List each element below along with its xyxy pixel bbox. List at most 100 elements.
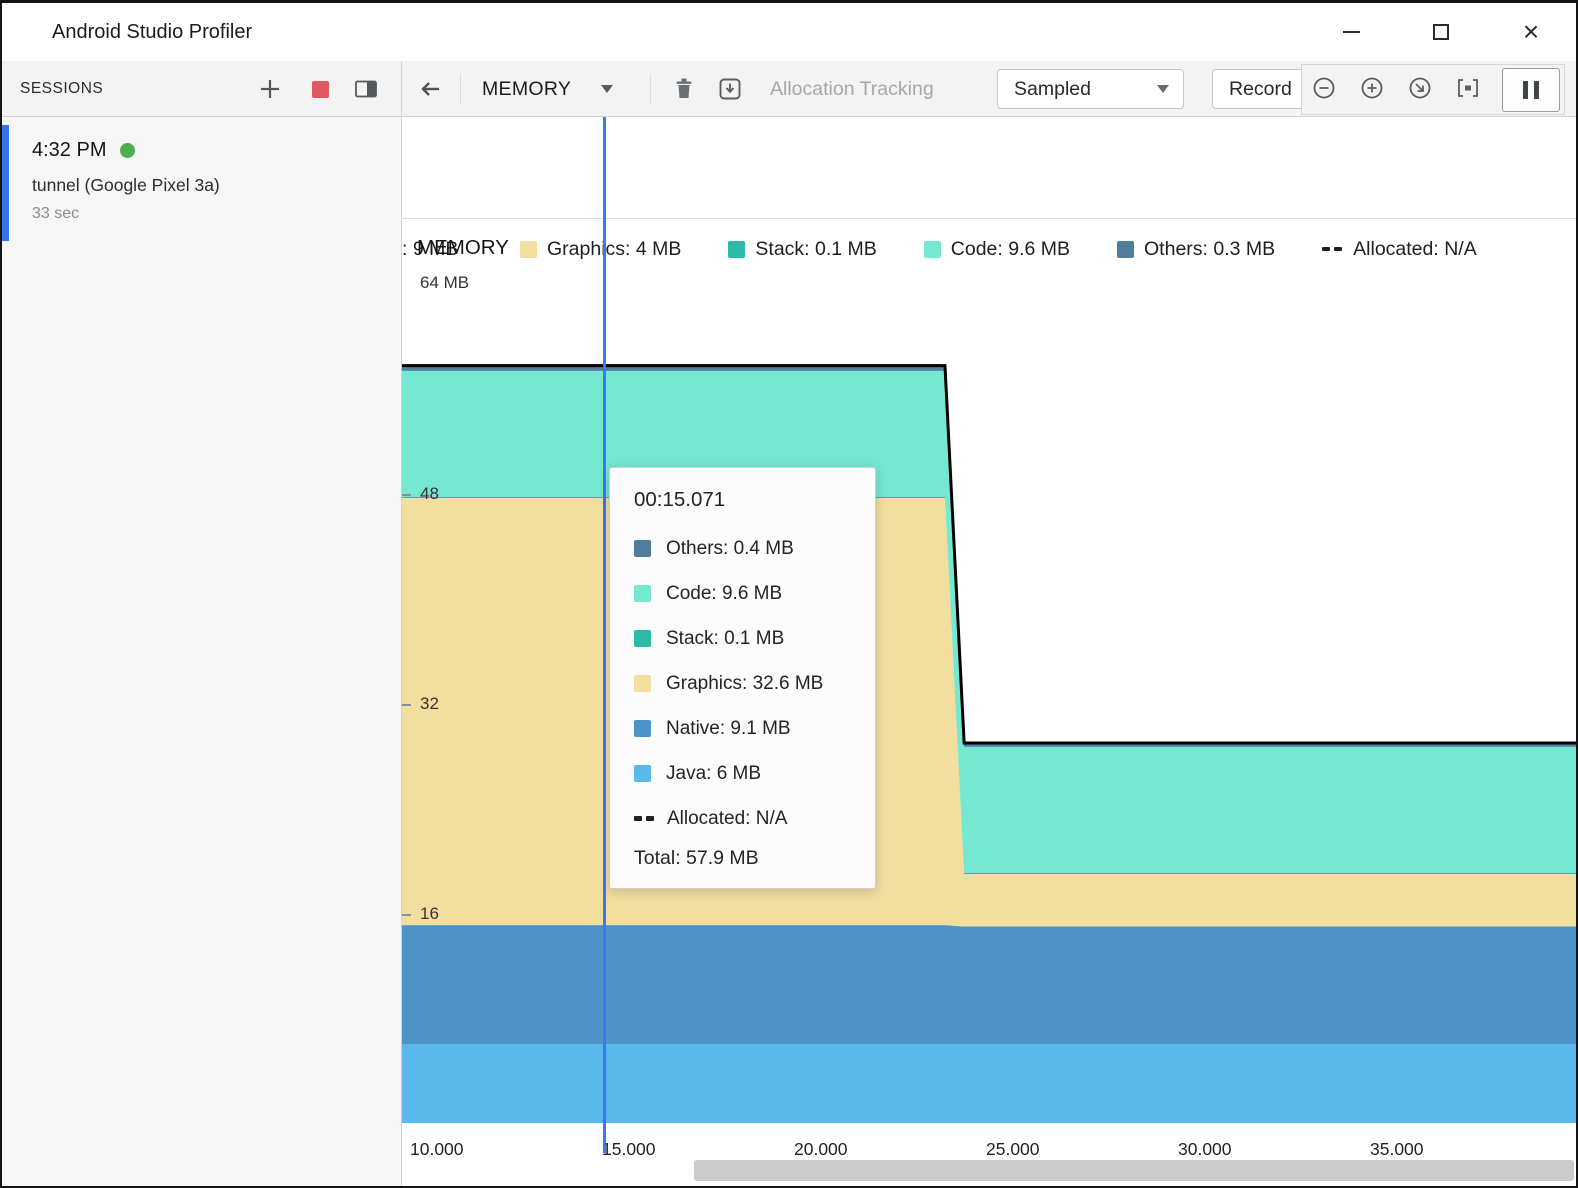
chart-tooltip: 00:15.071 Others: 0.4 MB Code: 9.6 MB St… (609, 467, 876, 889)
reset-zoom-button[interactable] (1398, 68, 1442, 108)
graphics-swatch (520, 241, 537, 258)
maximize-button[interactable] (1396, 3, 1486, 61)
trash-icon (671, 75, 697, 103)
legend-item-allocated: Allocated: N/A (1322, 238, 1477, 261)
stop-session-button[interactable] (298, 69, 342, 109)
tooltip-row-others: Others: 0.4 MB (634, 526, 853, 571)
tooltip-row-label: Java: 6 MB (666, 763, 761, 785)
x-axis-label: 35.000 (1370, 1139, 1424, 1160)
reset-zoom-icon (1406, 74, 1434, 102)
tooltip-row-label: Native: 9.1 MB (666, 718, 791, 740)
zoom-out-button[interactable] (1302, 68, 1346, 108)
garbage-collect-button[interactable] (662, 69, 706, 109)
pause-icon (1523, 81, 1528, 99)
split-panel-button[interactable] (344, 69, 388, 109)
legend-item-graphics: Graphics: 4 MB (520, 238, 681, 261)
record-button-label: Record (1229, 78, 1292, 101)
stage-dropdown[interactable]: MEMORY (482, 69, 613, 109)
pause-icon (1534, 81, 1539, 99)
heap-dump-icon (716, 75, 744, 103)
legend-label: Stack: 0.1 MB (755, 238, 876, 261)
legend-item-native-partial: : 9 MB MEMORY (402, 236, 473, 262)
y-axis-tick (402, 704, 411, 706)
zoom-in-button[interactable] (1350, 68, 1394, 108)
tooltip-row-stack: Stack: 0.1 MB (634, 616, 853, 661)
tooltip-row-java: Java: 6 MB (634, 751, 853, 796)
back-arrow-icon (415, 75, 445, 103)
graphics-swatch (634, 675, 651, 692)
toolbar-separator (650, 74, 651, 104)
title-bar: Android Studio Profiler × (2, 3, 1576, 61)
add-session-button[interactable] (248, 69, 292, 109)
legend-item-code: Code: 9.6 MB (924, 238, 1070, 261)
x-axis-label: 25.000 (986, 1139, 1040, 1160)
session-time: 4:32 PM (32, 139, 106, 162)
zoom-out-icon (1310, 74, 1338, 102)
tooltip-row-label: Code: 9.6 MB (666, 583, 782, 605)
sampled-dropdown[interactable]: Sampled (997, 69, 1184, 109)
tooltip-row-label: Graphics: 32.6 MB (666, 673, 823, 695)
memory-stage-overlay-label: MEMORY (417, 236, 509, 260)
session-device: tunnel (Google Pixel 3a) (32, 175, 401, 196)
stop-icon (312, 81, 329, 98)
legend-label: Code: 9.6 MB (951, 238, 1070, 261)
plus-icon (257, 76, 283, 102)
legend-item-stack: Stack: 0.1 MB (728, 238, 876, 261)
tooltip-timestamp: 00:15.071 (634, 488, 853, 512)
others-swatch (1117, 241, 1134, 258)
sessions-header: SESSIONS (2, 61, 402, 117)
tooltip-row-label: Allocated: N/A (667, 808, 787, 830)
close-button[interactable]: × (1486, 3, 1576, 61)
stage-label: MEMORY (482, 78, 571, 101)
y-axis-label: 48 (420, 484, 439, 504)
sessions-header-label: SESSIONS (20, 61, 103, 117)
tooltip-total: Total: 57.9 MB (634, 847, 853, 870)
x-axis-label: 20.000 (794, 1139, 848, 1160)
stack-swatch (728, 241, 745, 258)
y-axis-tick (402, 914, 411, 916)
profiler-window: Android Studio Profiler × SESSIONS (0, 0, 1578, 1188)
tooltip-row-label: Stack: 0.1 MB (666, 628, 784, 650)
chevron-down-icon (1157, 85, 1169, 93)
heap-dump-button[interactable] (708, 69, 752, 109)
y-axis-label: 16 (420, 904, 439, 924)
tooltip-row-code: Code: 9.6 MB (634, 571, 853, 616)
split-panel-icon (352, 77, 380, 101)
allocated-dashed-swatch (1322, 247, 1343, 252)
chevron-down-icon (601, 85, 613, 93)
horizontal-scrollbar-thumb[interactable] (694, 1160, 1574, 1181)
minimize-icon (1343, 31, 1360, 33)
others-swatch (634, 540, 651, 557)
pause-live-button[interactable] (1502, 68, 1560, 112)
zoom-to-selection-button[interactable] (1446, 68, 1490, 108)
session-duration: 33 sec (32, 205, 401, 223)
zoom-in-icon (1358, 74, 1386, 102)
y-axis-label: 32 (420, 694, 439, 714)
x-axis-label: 15.000 (602, 1139, 656, 1160)
stack-swatch (634, 630, 651, 647)
record-button[interactable]: Record (1212, 69, 1313, 109)
sessions-list: 4:32 PM tunnel (Google Pixel 3a) 33 sec (2, 117, 402, 1186)
legend-label: Graphics: 4 MB (547, 238, 681, 261)
legend-label: Allocated: N/A (1353, 238, 1477, 261)
maximize-icon (1433, 24, 1449, 40)
code-swatch (924, 241, 941, 258)
timeline-cursor[interactable] (603, 117, 606, 1153)
legend-label: Others: 0.3 MB (1144, 238, 1275, 261)
zoom-controls (1301, 64, 1565, 115)
minimize-button[interactable] (1306, 3, 1396, 61)
code-swatch (634, 585, 651, 602)
native-swatch (634, 720, 651, 737)
memory-stacked-area-chart[interactable] (402, 118, 1576, 1124)
tooltip-row-allocated: Allocated: N/A (634, 796, 853, 841)
session-live-dot (120, 143, 135, 158)
session-item[interactable]: 4:32 PM tunnel (Google Pixel 3a) 33 sec (2, 123, 401, 245)
y-axis-label: 64 MB (420, 273, 469, 293)
allocation-tracking-label: Allocation Tracking (770, 61, 934, 117)
tooltip-row-label: Others: 0.4 MB (666, 538, 794, 560)
tooltip-row-native: Native: 9.1 MB (634, 706, 853, 751)
back-button[interactable] (408, 69, 452, 109)
memory-chart-panel: : 9 MB MEMORY Graphics: 4 MB Stack: 0.1 … (402, 117, 1576, 1186)
x-axis-label: 10.000 (410, 1139, 464, 1160)
window-controls: × (1306, 3, 1576, 61)
